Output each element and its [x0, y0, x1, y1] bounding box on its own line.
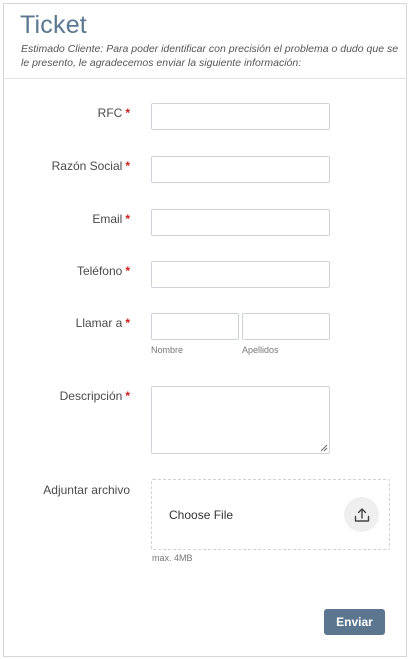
required-mark: * [125, 106, 130, 120]
required-mark: * [125, 316, 130, 330]
file-size-hint: max. 4MB [152, 553, 193, 563]
descripcion-textarea[interactable] [151, 386, 330, 454]
required-mark: * [125, 159, 130, 173]
email-label: Email * [92, 212, 130, 226]
page-subtitle: Estimado Cliente: Para poder identificar… [21, 43, 399, 69]
file-dropzone[interactable]: Choose File [151, 479, 390, 550]
razon-social-label: Razón Social * [52, 159, 130, 173]
rfc-label: RFC * [98, 106, 130, 120]
page-title: Ticket [20, 11, 87, 39]
required-mark: * [125, 389, 130, 403]
choose-file-text[interactable]: Choose File [169, 508, 233, 522]
llamar-a-label-text: Llamar a [75, 316, 123, 330]
nombre-sublabel: Nombre [151, 345, 184, 355]
telefono-input[interactable] [151, 261, 330, 288]
upload-icon[interactable] [344, 497, 379, 532]
llamar-a-label: Llamar a * [76, 316, 130, 330]
descripcion-label: Descripción * [60, 389, 130, 403]
required-mark: * [125, 264, 130, 278]
apellidos-input[interactable] [242, 313, 330, 340]
telefono-label-text: Teléfono [76, 264, 123, 278]
rfc-label-text: RFC [97, 106, 123, 120]
nombre-input[interactable] [151, 313, 239, 340]
enviar-button[interactable]: Enviar [324, 609, 385, 635]
required-mark: * [125, 212, 130, 226]
email-label-text: Email [92, 212, 123, 226]
ticket-card: Ticket Estimado Cliente: Para poder iden… [3, 3, 407, 657]
razon-social-label-text: Razón Social [51, 159, 123, 173]
razon-social-input[interactable] [151, 156, 330, 183]
adjuntar-archivo-label: Adjuntar archivo [43, 483, 130, 497]
rfc-input[interactable] [151, 103, 330, 130]
email-input[interactable] [151, 209, 330, 236]
telefono-label: Teléfono * [77, 264, 130, 278]
apellidos-sublabel: Apellidos [242, 345, 279, 355]
ticket-header: Ticket Estimado Cliente: Para poder iden… [4, 4, 406, 79]
resize-handle-icon[interactable] [320, 444, 328, 452]
descripcion-label-text: Descripción [59, 389, 123, 403]
upload-arrow-icon [354, 507, 369, 522]
